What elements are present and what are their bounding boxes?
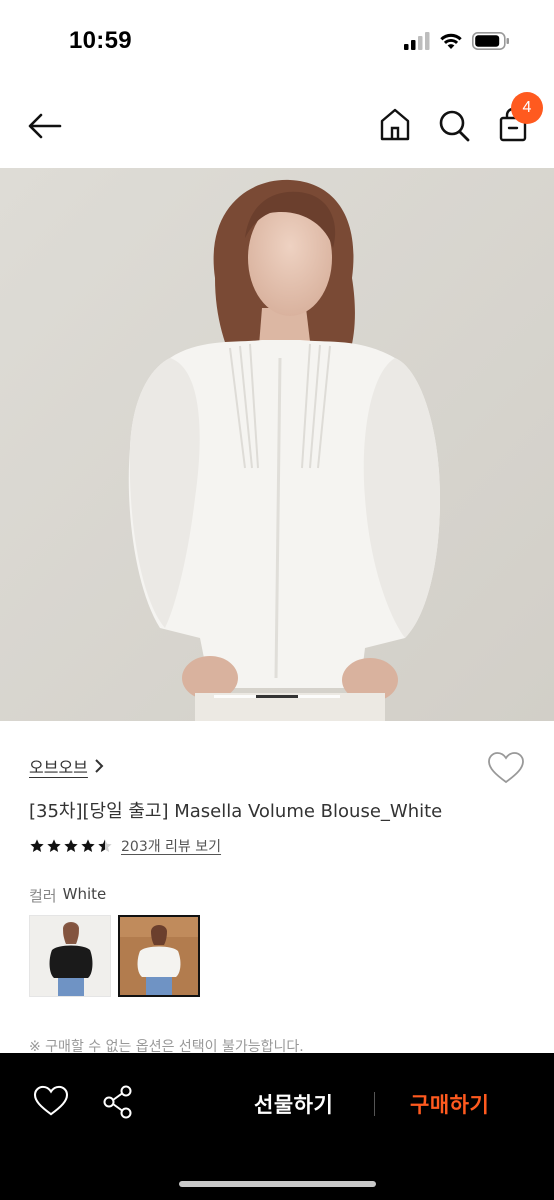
color-thumbnail-black: [30, 916, 110, 996]
bottom-action-bar: [0, 1053, 554, 1200]
status-bar: 10:59: [0, 0, 554, 82]
status-time: 10:59: [69, 27, 132, 54]
star-half-icon: [98, 839, 112, 852]
star-icon: [30, 839, 44, 852]
image-pager-active: [256, 695, 298, 698]
search-button[interactable]: [436, 106, 472, 144]
color-option-white[interactable]: [118, 915, 200, 997]
color-label: 컬러: [29, 887, 57, 905]
battery-icon: [472, 32, 509, 50]
search-icon: [439, 110, 470, 142]
buy-button[interactable]: 구매하기: [410, 1089, 489, 1119]
share-icon: [103, 1085, 132, 1119]
star-icon: [47, 839, 61, 852]
brand-name: 오브오브: [29, 758, 88, 777]
heart-icon: [33, 1085, 69, 1116]
share-button[interactable]: [100, 1084, 136, 1120]
image-pager: [214, 695, 340, 698]
bottom-divider: [374, 1092, 375, 1116]
status-icons: [404, 32, 510, 50]
rating-stars: [29, 838, 113, 854]
signal-icon: [404, 32, 430, 50]
product-image[interactable]: [0, 168, 554, 721]
wifi-icon: [440, 33, 462, 49]
back-arrow-icon: [28, 113, 62, 139]
color-option-black[interactable]: [29, 915, 111, 997]
brand-link[interactable]: 오브오브: [29, 754, 104, 778]
back-button[interactable]: [26, 108, 64, 144]
color-selector-label: 컬러 White: [29, 885, 106, 906]
color-value: White: [62, 885, 107, 903]
wishlist-button[interactable]: [487, 751, 525, 785]
bottom-wishlist-button[interactable]: [33, 1085, 69, 1119]
product-photo: [0, 168, 554, 721]
star-icon: [64, 839, 78, 852]
home-button[interactable]: [377, 106, 413, 144]
home-icon: [380, 108, 410, 141]
nav-bar: [0, 82, 554, 168]
heart-icon: [488, 752, 524, 784]
color-thumbnail-white: [120, 917, 198, 995]
home-indicator: [179, 1181, 376, 1187]
product-title: [35차][당일 출고] Masella Volume Blouse_White: [29, 801, 443, 822]
rating-row: 203개 리뷰 보기: [29, 836, 221, 856]
star-icon: [81, 839, 95, 852]
gift-button[interactable]: 선물하기: [254, 1089, 333, 1119]
chevron-right-icon: [95, 759, 104, 773]
review-link[interactable]: 203개 리뷰 보기: [121, 836, 221, 856]
cart-badge: 4: [511, 92, 543, 124]
